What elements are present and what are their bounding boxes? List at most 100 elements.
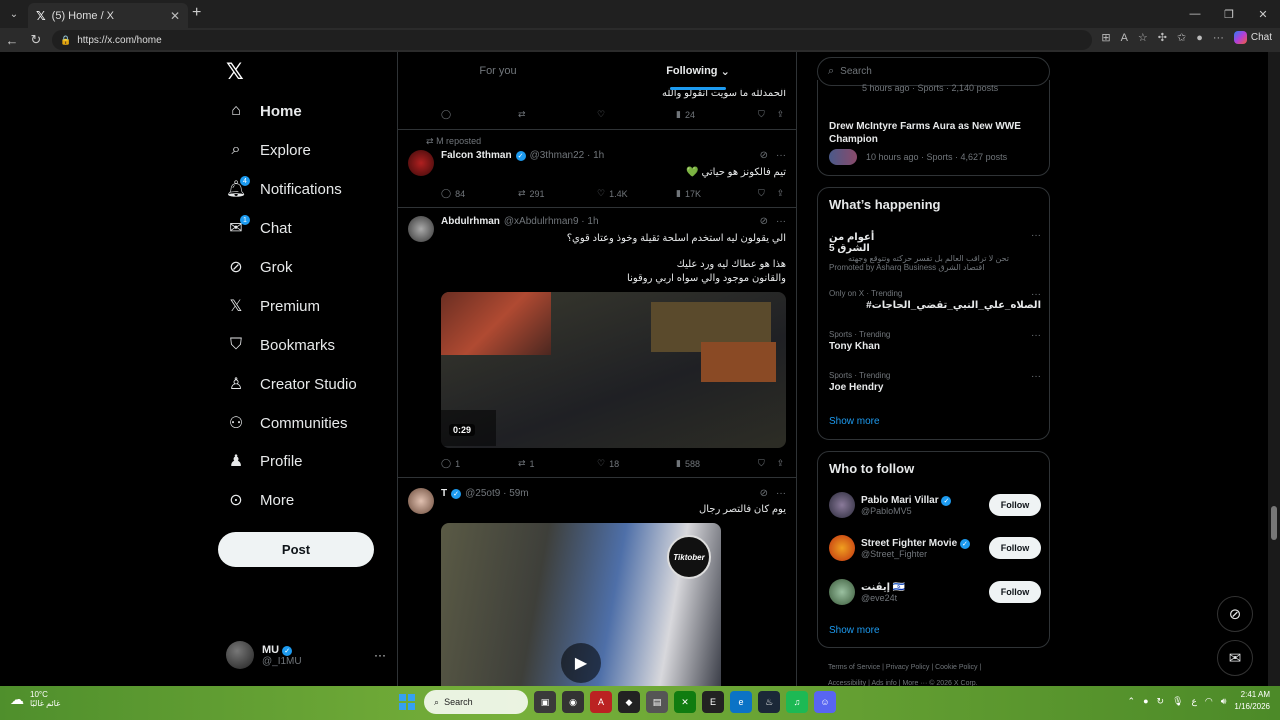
more-dots-icon[interactable]: ··· bbox=[1031, 289, 1041, 300]
follow-button[interactable]: Follow bbox=[989, 537, 1041, 559]
trend-item[interactable]: Only on X · Trending #الصلاه_علي_النبي_ت… bbox=[829, 289, 1041, 311]
microphone-icon[interactable]: 🎙︎ bbox=[1172, 696, 1183, 707]
share-icon[interactable]: ⇪ bbox=[777, 458, 785, 469]
epic-games-icon[interactable]: E bbox=[702, 691, 724, 713]
tweet-time[interactable]: 1h bbox=[593, 150, 604, 161]
store-icon[interactable]: ▤ bbox=[646, 691, 668, 713]
nav-explore[interactable]: ⌕ Explore bbox=[226, 136, 311, 164]
trend-item[interactable]: Sports · Trending Tony Khan ··· bbox=[829, 330, 1041, 352]
trend-item[interactable]: Sports · Trending Joe Hendry ··· bbox=[829, 371, 1041, 393]
views-button[interactable]: ▮ 588 bbox=[676, 458, 758, 469]
follow-button[interactable]: Follow bbox=[989, 581, 1041, 603]
tray-app-icon[interactable]: ↻ bbox=[1157, 696, 1165, 707]
tab-actions-menu[interactable]: ⌄ bbox=[0, 0, 28, 28]
volume-icon[interactable]: 🔊︎ bbox=[1221, 696, 1227, 707]
grok-icon[interactable]: ⊘ bbox=[760, 150, 768, 161]
tweet[interactable]: ⇄ M reposted Falcon 3thman ✓ @3thman22 ·… bbox=[398, 130, 796, 208]
video-thumbnail[interactable]: 0:29 bbox=[441, 292, 786, 448]
video-player[interactable]: Tiktober ▶ bbox=[441, 523, 721, 686]
settings-more-icon[interactable]: ··· bbox=[1213, 32, 1224, 44]
nav-chat[interactable]: ✉ 1 Chat bbox=[226, 214, 292, 242]
tweet-time[interactable]: 1h bbox=[587, 216, 598, 227]
avatar[interactable] bbox=[408, 150, 434, 176]
more-dots-icon[interactable]: ··· bbox=[1031, 330, 1041, 341]
windows-start-icon[interactable] bbox=[396, 691, 418, 713]
app-available-icon[interactable]: ⊞ bbox=[1101, 31, 1110, 44]
bookmark-icon[interactable]: ⛉ bbox=[758, 458, 765, 469]
new-tab-button[interactable]: + bbox=[192, 4, 201, 22]
extensions-icon[interactable]: ✣ bbox=[1158, 31, 1167, 44]
back-button[interactable]: ← bbox=[0, 33, 24, 48]
views-button[interactable]: ▮ 17K bbox=[676, 188, 758, 199]
messages-float-icon[interactable]: ✉ bbox=[1217, 640, 1253, 676]
spotify-icon[interactable]: ♫ bbox=[786, 691, 808, 713]
xbox-icon[interactable]: ✕ bbox=[674, 691, 696, 713]
avatar[interactable] bbox=[408, 216, 434, 242]
more-dots-icon[interactable]: ··· bbox=[776, 488, 786, 499]
post-button[interactable]: Post bbox=[218, 532, 374, 567]
tray-app-icon[interactable]: ● bbox=[1143, 696, 1148, 706]
grok-icon[interactable]: ⊘ bbox=[760, 216, 768, 227]
play-icon[interactable]: ▶ bbox=[561, 643, 601, 683]
more-dots-icon[interactable]: ··· bbox=[776, 216, 786, 227]
repost-button[interactable]: ⇄ 1 bbox=[518, 458, 597, 469]
profile-avatar-icon[interactable]: ● bbox=[1196, 32, 1203, 44]
copilot-chat-button[interactable]: Chat bbox=[1233, 31, 1272, 44]
show-more-link[interactable]: Show more bbox=[829, 416, 880, 427]
app-icon[interactable]: A bbox=[590, 691, 612, 713]
more-dots-icon[interactable]: ··· bbox=[1031, 230, 1041, 241]
favorites-icon[interactable]: ✩ bbox=[1177, 31, 1186, 44]
wifi-icon[interactable]: ◠ bbox=[1205, 696, 1213, 707]
scrollbar-thumb[interactable] bbox=[1271, 506, 1277, 540]
author-handle[interactable]: @xAbdulrhman9 bbox=[504, 216, 579, 227]
app-icon[interactable]: ◆ bbox=[618, 691, 640, 713]
language-indicator[interactable]: ع bbox=[1192, 696, 1197, 707]
show-more-link[interactable]: Show more bbox=[829, 625, 880, 636]
share-icon[interactable]: ⇪ bbox=[777, 188, 785, 199]
account-switcher[interactable]: MU ✓ @_I1MU ··· bbox=[226, 640, 386, 670]
taskbar-search[interactable]: ⌕ Search bbox=[424, 690, 528, 714]
discord-icon[interactable]: ☺ bbox=[814, 691, 836, 713]
nav-grok[interactable]: ⊘ Grok bbox=[226, 253, 292, 281]
more-dots-icon[interactable]: ··· bbox=[776, 150, 786, 161]
like-button[interactable]: ♡ 1.4K bbox=[597, 188, 676, 199]
follow-button[interactable]: Follow bbox=[989, 494, 1041, 516]
author-handle[interactable]: @25ot9 bbox=[465, 488, 500, 499]
footer-line[interactable]: Terms of Service | Privacy Policy | Cook… bbox=[828, 660, 1048, 676]
tweet[interactable]: Abdulrhman @xAbdulrhman9 · 1h ⊘ ··· الي ي… bbox=[398, 208, 796, 478]
more-dots-icon[interactable]: ··· bbox=[1031, 371, 1041, 382]
bookmark-icon[interactable]: ⛉ bbox=[758, 109, 765, 120]
clock[interactable]: 2:41 AM 1/16/2026 bbox=[1234, 689, 1270, 713]
share-icon[interactable]: ⇪ bbox=[777, 109, 785, 120]
follow-suggestion[interactable]: Street Fighter Movie ✓ @Street_Fighter F… bbox=[829, 533, 1041, 563]
grok-icon[interactable]: ⊘ bbox=[760, 488, 768, 499]
nav-communities[interactable]: ⚇ Communities bbox=[226, 409, 348, 437]
avatar[interactable] bbox=[408, 488, 434, 514]
tweet[interactable]: T ✓ @25ot9 · 59m ⊘ ··· يوم كان فالتصر رجا… bbox=[398, 478, 796, 686]
reply-button[interactable]: ◯ 84 bbox=[441, 188, 518, 199]
task-view-icon[interactable]: ▣ bbox=[534, 691, 556, 713]
views-button[interactable]: ▮ 24 bbox=[676, 109, 758, 120]
grok-float-icon[interactable]: ⊘ bbox=[1217, 596, 1253, 632]
news-title[interactable]: Drew McIntyre Farms Aura as New WWE Cham… bbox=[829, 120, 1039, 146]
bookmark-icon[interactable]: ⛉ bbox=[758, 188, 765, 199]
close-window-button[interactable]: ✕ bbox=[1246, 0, 1280, 28]
reply-button[interactable]: ◯ bbox=[441, 109, 518, 120]
tweet-time[interactable]: 59m bbox=[509, 488, 528, 499]
browser-tab[interactable]: 𝕏 (5) Home / X ✕ bbox=[28, 3, 188, 28]
app-icon[interactable]: ◉ bbox=[562, 691, 584, 713]
maximize-button[interactable]: ❐ bbox=[1212, 0, 1246, 28]
refresh-button[interactable]: ↻ bbox=[24, 32, 48, 48]
nav-premium[interactable]: 𝕏 Premium bbox=[226, 292, 320, 320]
author-name[interactable]: Abdulrhman bbox=[441, 216, 500, 227]
more-dots-icon[interactable]: ··· bbox=[374, 648, 386, 662]
nav-bookmarks[interactable]: ⛉ Bookmarks bbox=[226, 331, 335, 359]
chevron-up-icon[interactable]: ⌃ bbox=[1128, 696, 1136, 707]
nav-notifications[interactable]: 🔔︎ 4 Notifications bbox=[226, 175, 342, 203]
close-tab-icon[interactable]: ✕ bbox=[170, 9, 180, 23]
x-logo-icon[interactable]: 𝕏 bbox=[226, 60, 244, 85]
page-scrollbar[interactable] bbox=[1268, 52, 1280, 686]
reply-button[interactable]: ◯ 1 bbox=[441, 458, 518, 469]
like-button[interactable]: ♡ 18 bbox=[597, 458, 676, 469]
repost-button[interactable]: ⇄ 291 bbox=[518, 188, 597, 199]
